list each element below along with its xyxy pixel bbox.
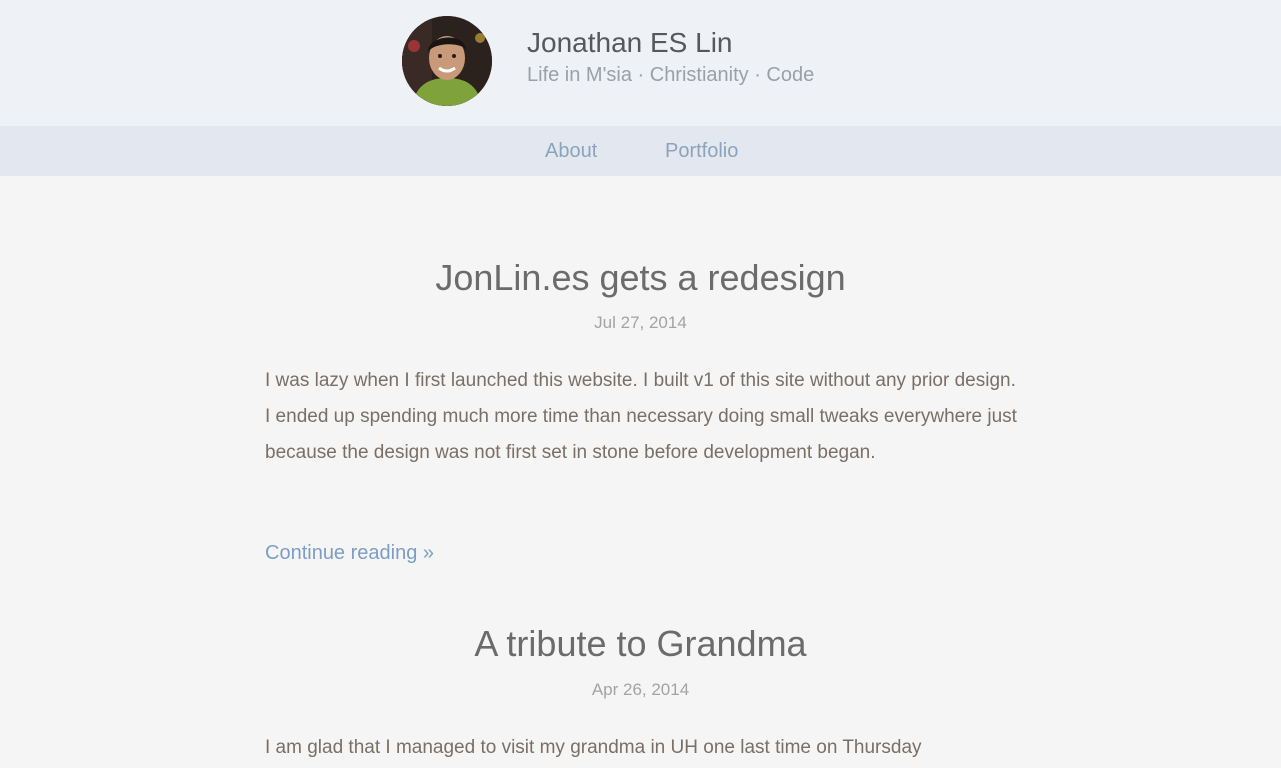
nav-link-about[interactable]: About bbox=[545, 139, 597, 163]
post-date: Jul 27, 2014 bbox=[594, 313, 687, 332]
avatar-photo-icon bbox=[402, 16, 492, 106]
main-nav: About Portfolio bbox=[0, 126, 1281, 176]
post-excerpt: I am glad that I managed to visit my gra… bbox=[265, 737, 922, 758]
site-header: Jonathan ES Lin Life in M'sia · Christia… bbox=[0, 0, 1281, 126]
post-title[interactable]: A tribute to Grandma bbox=[0, 622, 1281, 666]
nav-link-portfolio[interactable]: Portfolio bbox=[665, 139, 738, 163]
site-title[interactable]: Jonathan ES Lin bbox=[527, 26, 733, 60]
continue-reading-link[interactable]: Continue reading » bbox=[265, 541, 434, 565]
post-title[interactable]: JonLin.es gets a redesign bbox=[0, 256, 1281, 300]
post-excerpt: I was lazy when I first launched this we… bbox=[265, 370, 1017, 463]
site-tagline: Life in M'sia · Christianity · Code bbox=[527, 64, 815, 86]
post-date: Apr 26, 2014 bbox=[591, 680, 690, 699]
avatar[interactable] bbox=[402, 16, 492, 106]
